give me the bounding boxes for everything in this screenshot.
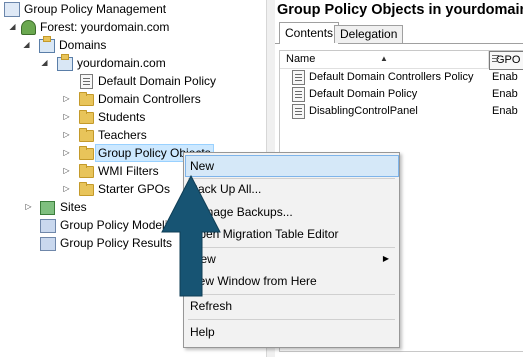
menu-item-back-up-all[interactable]: Back Up All...: [186, 178, 399, 200]
expand-arrow-icon[interactable]: ▷: [62, 162, 71, 180]
collapse-arrow-icon[interactable]: ◢: [40, 54, 49, 72]
expand-arrow-icon[interactable]: ▷: [62, 180, 71, 198]
expand-arrow-icon[interactable]: ▷: [62, 126, 71, 144]
menu-item-new[interactable]: New: [185, 155, 399, 177]
gpo-link-icon: [80, 74, 93, 89]
gpo-status: Enab: [492, 88, 518, 100]
tab-strip: Contents Delegation: [275, 22, 523, 44]
tree-item-label: Group Policy Modeling: [60, 218, 181, 232]
gpo-name: Default Domain Controllers Policy: [309, 71, 474, 83]
tree-item-forest[interactable]: ◢ Forest: yourdomain.com: [0, 18, 266, 36]
menu-item-new-window-from-here[interactable]: New Window from Here: [186, 270, 399, 292]
expand-arrow-icon[interactable]: ▷: [24, 198, 33, 216]
sort-up-icon: ▲: [380, 54, 388, 63]
tree-item-label: Domains: [59, 38, 107, 52]
folder-icon: [79, 128, 94, 142]
tree-item-label: Group Policy Results: [60, 236, 173, 250]
list-item[interactable]: Default Domain Policy Enab: [280, 86, 523, 103]
domain-icon: [57, 54, 73, 71]
gpo-icon: [292, 104, 305, 119]
folder-icon: [79, 146, 94, 160]
folder-icon: [79, 110, 94, 124]
tree-item-label: yourdomain.com: [77, 56, 166, 70]
tree-item-label: Default Domain Policy: [98, 74, 217, 88]
forest-icon: [21, 20, 36, 35]
folder-icon: [79, 182, 94, 196]
list-item[interactable]: Default Domain Controllers Policy Enab: [280, 69, 523, 86]
tree-item-domain-controllers[interactable]: ▷ Domain Controllers: [0, 90, 266, 108]
menu-separator: [188, 319, 395, 320]
gpm-icon: [4, 2, 20, 17]
tab-delegation[interactable]: Delegation: [334, 25, 404, 43]
expand-arrow-icon[interactable]: ▷: [62, 90, 71, 108]
gpo-status: Enab: [492, 71, 518, 83]
gpo-icon: [292, 87, 305, 102]
sites-icon: [40, 201, 55, 215]
menu-item-help[interactable]: Help: [186, 321, 399, 343]
tree-item-teachers[interactable]: ▷ Teachers: [0, 126, 266, 144]
tree-item-label: Group Policy Management: [24, 2, 167, 16]
expand-arrow-icon[interactable]: ▷: [62, 108, 71, 126]
gpo-status: Enab: [492, 105, 518, 117]
folder-icon: [79, 92, 94, 106]
tree-item-group-policy-management[interactable]: Group Policy Management: [0, 0, 266, 18]
list-item[interactable]: DisablingControlPanel Enab: [280, 103, 523, 120]
menu-item-open-migration-table-editor[interactable]: Open Migration Table Editor: [186, 223, 399, 245]
gpo-icon: [292, 70, 305, 85]
tree-item-label: Teachers: [98, 128, 147, 142]
menu-item-view[interactable]: View ▶: [186, 248, 399, 270]
column-header-label: Name: [286, 53, 316, 65]
tree-item-label: Students: [98, 110, 146, 124]
submenu-arrow-icon: ▶: [382, 254, 389, 263]
context-menu: New Back Up All... Manage Backups... Ope…: [183, 152, 400, 348]
collapse-arrow-icon[interactable]: ◢: [22, 36, 31, 54]
list-header: Name ▲ GPO: [280, 51, 523, 70]
gpo-name: Default Domain Policy: [309, 88, 418, 100]
collapse-arrow-icon[interactable]: ◢: [8, 18, 17, 36]
modeling-icon: [40, 219, 56, 233]
tab-contents[interactable]: Contents: [279, 22, 340, 44]
tree-item-label: WMI Filters: [98, 164, 159, 178]
menu-item-label: View: [190, 252, 216, 266]
gpo-name: DisablingControlPanel: [309, 105, 418, 117]
menu-item-manage-backups[interactable]: Manage Backups...: [186, 201, 399, 223]
tree-item-domains[interactable]: ◢ Domains: [0, 36, 266, 54]
results-icon: [40, 237, 56, 251]
wmi-filter-icon: [79, 164, 94, 178]
tree-item-label: Starter GPOs: [98, 182, 171, 196]
expand-arrow-icon[interactable]: ▷: [62, 144, 71, 162]
tree-item-students[interactable]: ▷ Students: [0, 108, 266, 126]
menu-item-refresh[interactable]: Refresh: [186, 295, 399, 317]
tree-item-label: Sites: [60, 200, 87, 214]
tree-item-label: Forest: yourdomain.com: [40, 20, 170, 34]
column-header-name[interactable]: Name ▲: [280, 51, 489, 68]
pane-title: Group Policy Objects in yourdomain: [277, 2, 523, 18]
domains-icon: [39, 36, 55, 53]
tree-item-label: Domain Controllers: [98, 92, 201, 106]
tree-item-default-domain-policy[interactable]: Default Domain Policy: [0, 72, 266, 90]
column-header-gpo-status[interactable]: GPO: [489, 51, 523, 70]
tree-item-yourdomain[interactable]: ◢ yourdomain.com: [0, 54, 266, 72]
